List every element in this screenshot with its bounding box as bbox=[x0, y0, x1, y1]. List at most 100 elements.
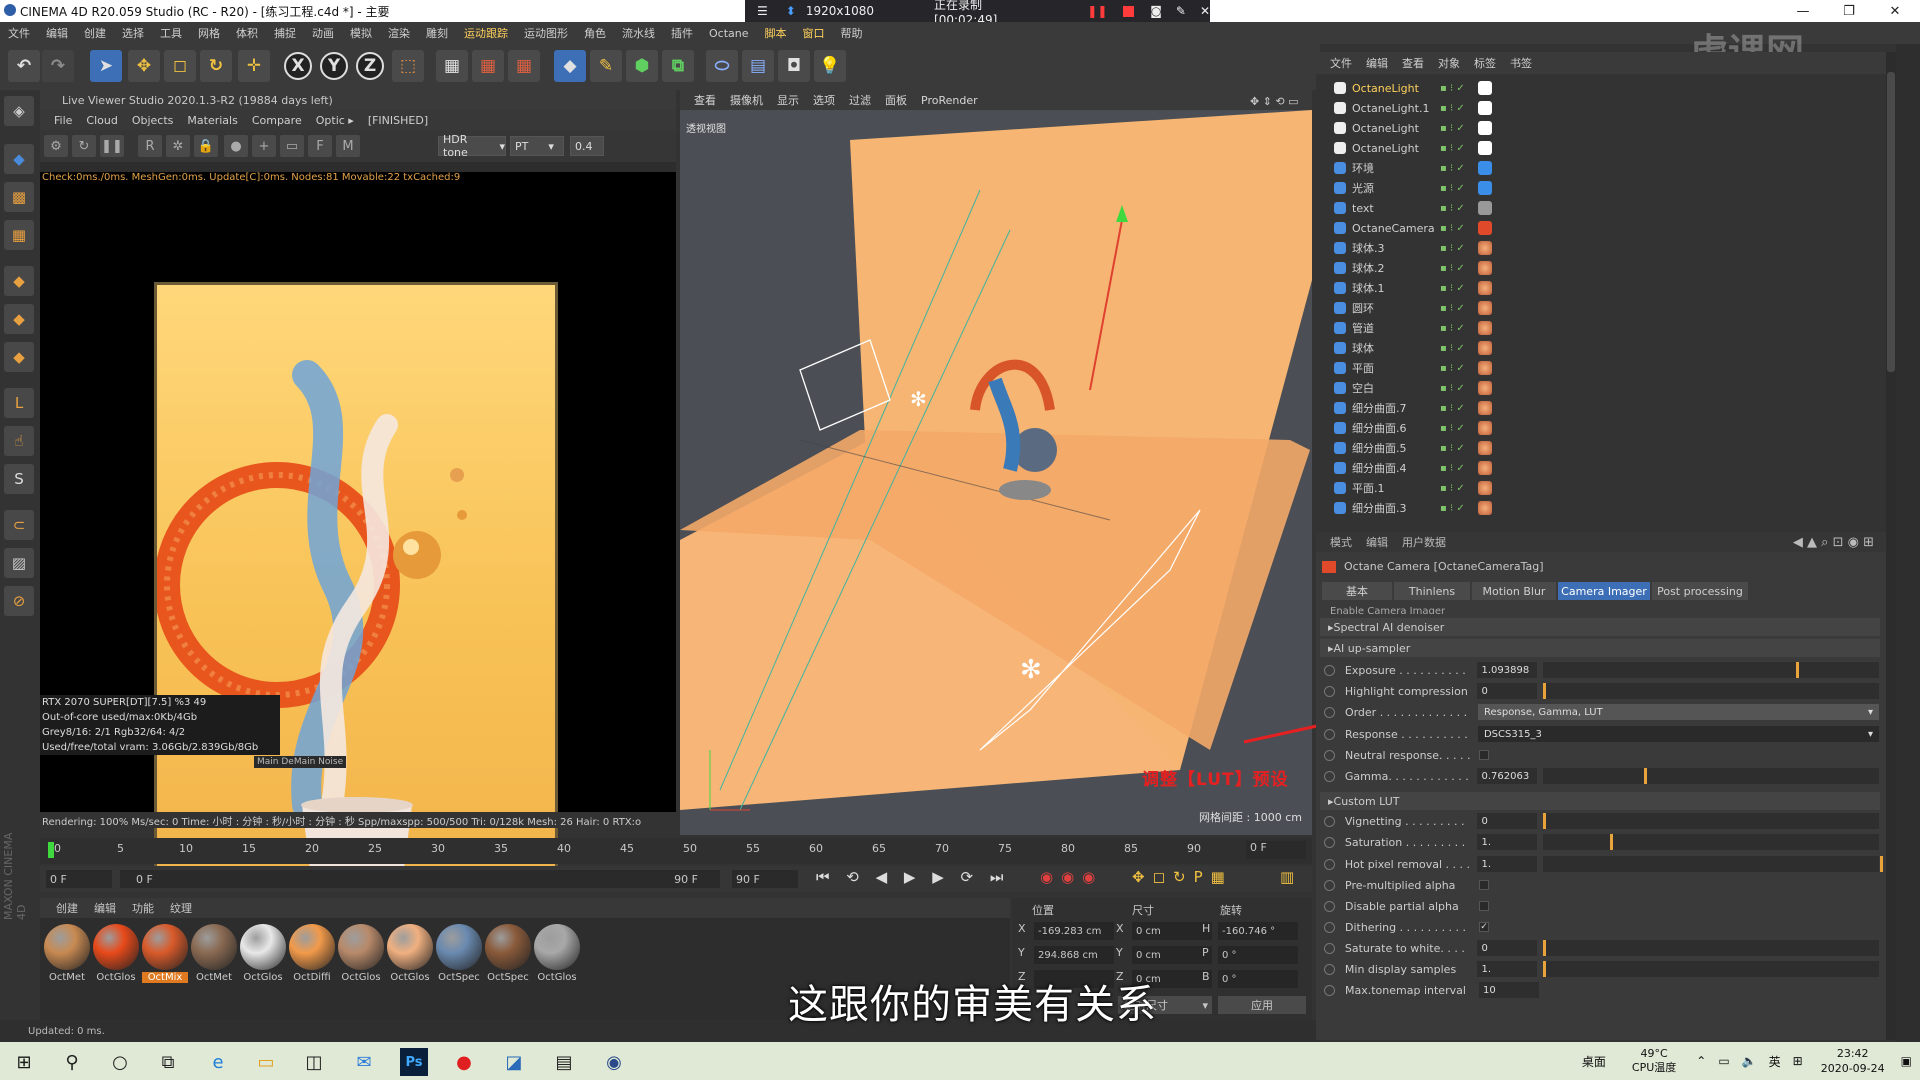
material-swatch[interactable]: OctMix bbox=[142, 924, 188, 994]
coord-value-field[interactable]: -169.283 cm bbox=[1034, 922, 1114, 940]
object-name[interactable]: 细分曲面.3 bbox=[1352, 500, 1407, 516]
visibility-toggle-icon[interactable]: ▪ ⁝ ✓ bbox=[1440, 203, 1465, 214]
attr-value-field[interactable]: 1. bbox=[1477, 961, 1537, 977]
object-row[interactable]: 细分曲面.5 ▪ ⁝ ✓ bbox=[1316, 438, 1886, 458]
visibility-toggle-icon[interactable]: ▪ ⁝ ✓ bbox=[1440, 163, 1465, 174]
menu-item[interactable]: 运动图形 bbox=[516, 25, 576, 41]
om-menu-edit[interactable]: 编辑 bbox=[1366, 55, 1388, 71]
attr-value-field[interactable]: 1. bbox=[1477, 834, 1537, 850]
visibility-toggle-icon[interactable]: ▪ ⁝ ✓ bbox=[1440, 503, 1465, 514]
mat-menu-texture[interactable]: 纹理 bbox=[170, 900, 192, 916]
menu-item[interactable]: 工具 bbox=[152, 25, 190, 41]
timeline-layout-icon[interactable]: ▥ bbox=[1280, 868, 1294, 886]
material-swatch[interactable]: OctGlos bbox=[93, 924, 139, 994]
vp-menu-panel[interactable]: 面板 bbox=[885, 92, 907, 108]
axis-mode-icon[interactable]: L bbox=[4, 388, 34, 418]
material-swatch[interactable]: OctGlos bbox=[534, 924, 580, 994]
pick-material-icon[interactable]: M bbox=[336, 135, 360, 157]
material-swatch[interactable]: OctSpec bbox=[436, 924, 482, 994]
visibility-toggle-icon[interactable]: ▪ ⁝ ✓ bbox=[1440, 83, 1465, 94]
attr-value-field[interactable]: 0 bbox=[1477, 940, 1537, 956]
object-row[interactable]: 细分曲面.4 ▪ ⁝ ✓ bbox=[1316, 458, 1886, 478]
attr-slider[interactable] bbox=[1542, 856, 1883, 872]
object-tag-icon[interactable] bbox=[1478, 141, 1492, 155]
app-icon[interactable]: ▤ bbox=[550, 1048, 578, 1076]
material-swatch[interactable]: OctSpec bbox=[485, 924, 531, 994]
material-swatch[interactable]: OctGlos bbox=[338, 924, 384, 994]
pin-icon[interactable]: ⬍ bbox=[786, 4, 796, 18]
visibility-toggle-icon[interactable]: ▪ ⁝ ✓ bbox=[1440, 483, 1465, 494]
object-tag-icon[interactable] bbox=[1478, 281, 1492, 295]
edges-mode-icon[interactable]: ◆ bbox=[4, 304, 34, 334]
clay-mode-icon[interactable]: ● bbox=[224, 135, 248, 157]
visibility-toggle-icon[interactable]: ▪ ⁝ ✓ bbox=[1440, 183, 1465, 194]
viewport-nav-icons[interactable]: ✥ ⇕ ⟲ ▭ bbox=[1250, 95, 1299, 108]
panel-scrollbar[interactable] bbox=[1886, 52, 1896, 1040]
order-select[interactable]: Response, Gamma, LUT ▾ bbox=[1477, 704, 1879, 720]
object-name[interactable]: 空白 bbox=[1352, 380, 1374, 396]
photoshop-icon[interactable]: Ps bbox=[400, 1048, 428, 1076]
attr-value-field[interactable]: 0.762063 bbox=[1477, 768, 1537, 784]
vp-menu-filter[interactable]: 过滤 bbox=[849, 92, 871, 108]
lv-menu-optic[interactable]: Optic ▸ bbox=[316, 114, 354, 127]
vp-menu-options[interactable]: 选项 bbox=[813, 92, 835, 108]
menu-item[interactable]: Octane bbox=[701, 27, 757, 40]
visibility-toggle-icon[interactable]: ▪ ⁝ ✓ bbox=[1440, 403, 1465, 414]
object-row[interactable]: text ▪ ⁝ ✓ bbox=[1316, 198, 1886, 218]
object-row[interactable]: 光源 ▪ ⁝ ✓ bbox=[1316, 178, 1886, 198]
resolution-field[interactable]: 0.4 bbox=[570, 136, 604, 156]
attr-section[interactable]: ▸ Spectral AI denoiser bbox=[1320, 618, 1880, 636]
photos-icon[interactable]: ◪ bbox=[500, 1048, 528, 1076]
store-icon[interactable]: ◫ bbox=[300, 1048, 328, 1076]
network-icon[interactable]: ▭ bbox=[1718, 1054, 1729, 1068]
restart-render-icon[interactable]: ↻ bbox=[72, 135, 96, 157]
object-name[interactable]: OctaneLight bbox=[1352, 142, 1419, 155]
object-row[interactable]: 球体.1 ▪ ⁝ ✓ bbox=[1316, 278, 1886, 298]
object-name[interactable]: OctaneLight bbox=[1352, 122, 1419, 135]
search-icon[interactable]: ⚲ bbox=[58, 1048, 86, 1076]
animate-toggle-icon[interactable] bbox=[1324, 942, 1335, 954]
maximize-button[interactable]: ❐ bbox=[1826, 0, 1872, 22]
om-menu-tags[interactable]: 标签 bbox=[1474, 55, 1496, 71]
object-row[interactable]: OctaneCamera ▪ ⁝ ✓ bbox=[1316, 218, 1886, 238]
om-menu-objects[interactable]: 对象 bbox=[1438, 55, 1460, 71]
move-tool-icon[interactable]: ✥ bbox=[128, 50, 160, 82]
pick-white-balance-icon[interactable]: ▭ bbox=[280, 135, 304, 157]
ime-grid-icon[interactable]: ⊞ bbox=[1793, 1054, 1803, 1068]
record-controls[interactable]: ◉◉◉ bbox=[1040, 868, 1103, 886]
object-row[interactable]: 空白 ▪ ⁝ ✓ bbox=[1316, 378, 1886, 398]
playback-controls[interactable]: ⏮ ⟲ ◀ ▶ ▶ ⟳ ⏭ bbox=[816, 868, 1009, 886]
visibility-toggle-icon[interactable]: ▪ ⁝ ✓ bbox=[1440, 463, 1465, 474]
lv-menu-objects[interactable]: Objects bbox=[132, 114, 174, 127]
send-scene-icon[interactable]: ⚙ bbox=[44, 135, 68, 157]
close-button[interactable]: ✕ bbox=[1872, 0, 1918, 22]
object-row[interactable]: 细分曲面.7 ▪ ⁝ ✓ bbox=[1316, 398, 1886, 418]
lv-menu-file[interactable]: File bbox=[54, 114, 72, 127]
pause-icon[interactable]: ❚❚ bbox=[1087, 4, 1107, 18]
object-row[interactable]: 球体.2 ▪ ⁝ ✓ bbox=[1316, 258, 1886, 278]
render-pass-tag[interactable]: Main DeMain Noise bbox=[254, 756, 347, 768]
menu-item[interactable]: 文件 bbox=[0, 25, 38, 41]
mail-icon[interactable]: ✉ bbox=[350, 1048, 378, 1076]
visibility-toggle-icon[interactable]: ▪ ⁝ ✓ bbox=[1440, 143, 1465, 154]
object-row[interactable]: 环境 ▪ ⁝ ✓ bbox=[1316, 158, 1886, 178]
z-axis-icon[interactable]: Z bbox=[356, 52, 384, 80]
animate-toggle-icon[interactable] bbox=[1324, 749, 1335, 761]
coord-value-field[interactable]: 0 cm bbox=[1132, 946, 1212, 964]
object-tag-icon[interactable] bbox=[1478, 181, 1492, 195]
points-mode-icon[interactable]: ◆ bbox=[4, 266, 34, 296]
object-name[interactable]: 球体.2 bbox=[1352, 260, 1385, 276]
transform-tool-icon[interactable]: ✛ bbox=[238, 50, 270, 82]
object-tag-icon[interactable] bbox=[1478, 121, 1492, 135]
coord-value-field[interactable]: 0 ° bbox=[1218, 970, 1298, 988]
object-name[interactable]: 球体 bbox=[1352, 340, 1374, 356]
material-swatch[interactable]: OctGlos bbox=[240, 924, 286, 994]
lv-menu-compare[interactable]: Compare bbox=[252, 114, 302, 127]
minimize-button[interactable]: — bbox=[1780, 0, 1826, 22]
object-name[interactable]: 球体.3 bbox=[1352, 240, 1385, 256]
lock-workplane-icon[interactable]: ▨ bbox=[4, 548, 34, 578]
object-tag-icon[interactable] bbox=[1478, 421, 1492, 435]
attr-slider[interactable] bbox=[1542, 834, 1879, 850]
attr-value-field[interactable]: 0 bbox=[1477, 683, 1537, 699]
object-row[interactable]: 球体 ▪ ⁝ ✓ bbox=[1316, 338, 1886, 358]
